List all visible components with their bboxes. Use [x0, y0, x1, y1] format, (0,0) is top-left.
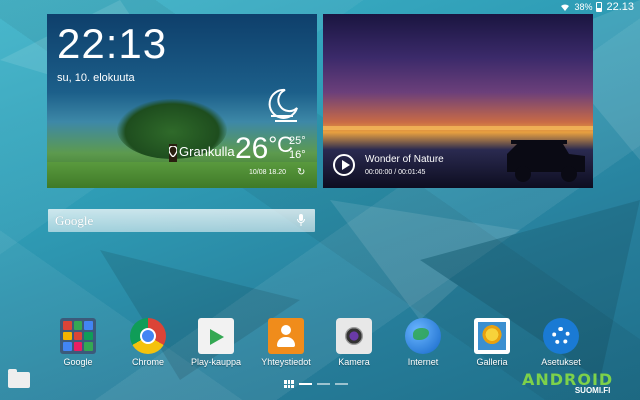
- app-label: Internet: [407, 357, 439, 367]
- clock-time: 22:13: [57, 20, 168, 67]
- weather-clock-widget[interactable]: 22:13 su, 10. elokuuta Grankulla 26°C 25…: [47, 14, 317, 188]
- app-label: Yhteystiedot: [261, 357, 311, 367]
- app-settings[interactable]: Asetukset: [531, 318, 591, 367]
- location-name: Grankulla: [179, 144, 235, 159]
- app-camera[interactable]: Kamera: [324, 318, 384, 367]
- app-google-folder[interactable]: Google: [48, 318, 108, 367]
- clock-date: su, 10. elokuuta: [57, 72, 135, 84]
- app-label: Chrome: [131, 357, 164, 367]
- page-dot-active[interactable]: [299, 383, 312, 385]
- chrome-icon: [130, 318, 166, 354]
- video-title: Wonder of Nature: [365, 154, 444, 165]
- app-contacts[interactable]: Yhteystiedot: [256, 318, 316, 367]
- google-folder-icon: [60, 318, 96, 354]
- app-play-store[interactable]: Play-kauppa: [186, 318, 246, 367]
- camera-icon: [336, 318, 372, 354]
- battery-percent: 38%: [574, 2, 593, 12]
- moon-icon: [268, 88, 298, 122]
- status-time: 22.13: [606, 1, 634, 13]
- location-pin-icon: [169, 146, 177, 157]
- sunset-horizon: [323, 126, 593, 130]
- internet-globe-icon: [405, 318, 441, 354]
- gallery-icon: [474, 318, 510, 354]
- status-bar: 38% 22.13: [0, 0, 640, 14]
- page-dot[interactable]: [317, 383, 330, 385]
- google-search-bar[interactable]: Google: [48, 209, 315, 232]
- app-label: Google: [63, 357, 93, 367]
- jeep-silhouette-image: [507, 140, 585, 182]
- wifi-icon: [561, 3, 570, 11]
- androidsuomi-watermark: ANDROID SUOMI.FI: [522, 370, 613, 395]
- app-label: Asetukset: [541, 357, 581, 367]
- video-widget[interactable]: Wonder of Nature 00:00:00 / 00:01:45: [323, 14, 593, 188]
- watermark-site: SUOMI.FI: [574, 386, 611, 395]
- refresh-icon[interactable]: ↻: [297, 167, 305, 178]
- temperature-high: 25°: [289, 135, 306, 147]
- temperature-value: 26: [235, 132, 269, 165]
- settings-gear-icon: [543, 318, 579, 354]
- weather-high-low: 25° 16°: [289, 134, 306, 162]
- google-logo: Google: [55, 213, 94, 228]
- weather-updated-time: 10/08 18.20: [249, 169, 286, 176]
- video-time: 00:00:00 / 00:01:45: [365, 169, 426, 176]
- app-gallery[interactable]: Galleria: [462, 318, 522, 367]
- weather-temperature: 26°C: [235, 132, 293, 166]
- battery-icon: [596, 2, 603, 12]
- app-chrome[interactable]: Chrome: [118, 318, 178, 367]
- play-store-icon: [198, 318, 234, 354]
- app-label: Galleria: [476, 357, 508, 367]
- app-internet[interactable]: Internet: [393, 318, 453, 367]
- weather-location: Grankulla: [169, 144, 235, 159]
- microphone-icon[interactable]: [297, 214, 305, 226]
- app-label: Play-kauppa: [190, 357, 242, 367]
- temperature-low: 16°: [289, 149, 306, 161]
- app-label: Kamera: [338, 357, 370, 367]
- status-indicators: 38% 22.13: [560, 1, 634, 13]
- apps-grid-icon[interactable]: [284, 380, 294, 388]
- contacts-icon: [268, 318, 304, 354]
- play-button[interactable]: [333, 154, 355, 176]
- folder-icon[interactable]: [8, 369, 30, 388]
- page-dot[interactable]: [335, 383, 348, 385]
- page-indicator[interactable]: [284, 380, 348, 388]
